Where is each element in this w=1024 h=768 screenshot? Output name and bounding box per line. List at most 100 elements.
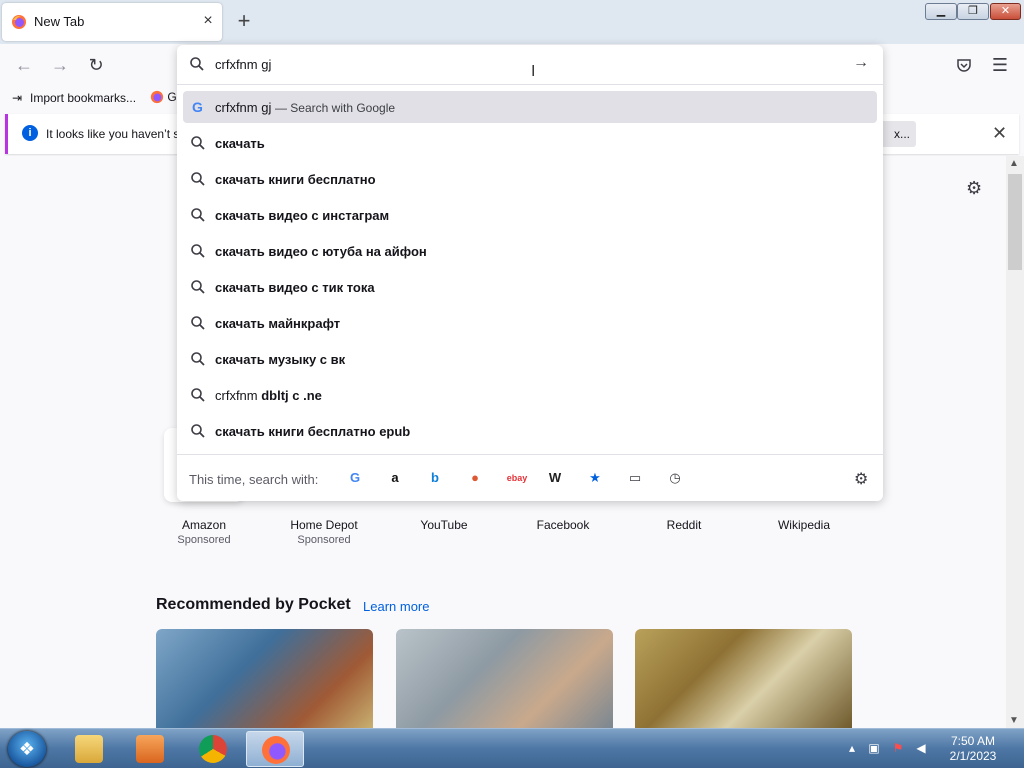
gear-icon[interactable]: ⚙ [966,178,982,199]
search-icon [191,424,205,438]
network-icon[interactable]: ▣ [867,741,881,755]
suggestion-item[interactable]: скачать музыку с вк [183,343,877,375]
scroll-up-icon[interactable]: ▲ [1009,158,1019,169]
reload-icon[interactable]: ↻ [85,54,107,76]
action-center-icon[interactable]: ⚑ [891,741,905,755]
minimize-icon: ▁ [936,5,946,17]
import-icon: ⇥ [12,91,23,105]
bookmark-item[interactable]: G [150,90,177,104]
forward-arrow-icon[interactable]: → [49,54,71,76]
search-icon [191,208,205,222]
bookmark-import[interactable]: ⇥ Import bookmarks... [12,91,136,105]
suggestion-text: скачать видео с тик тока [215,280,375,295]
amazon-icon[interactable]: a [386,469,404,487]
go-arrow-icon[interactable]: → [853,54,869,72]
search-icon [191,136,205,150]
bookmark-import-label: Import bookmarks... [30,91,137,105]
site-sponsored: Sponsored [297,534,351,546]
search-with-label: This time, search with: [189,472,319,487]
pocket-card[interactable] [635,629,852,728]
taskbar-firefox[interactable] [246,731,304,767]
windows-logo-icon: ❖ [18,739,36,759]
suggestion-text: скачать [215,136,265,151]
minimize-button[interactable]: ▁ [925,3,957,20]
suggestion-action: — Search with Google [274,101,396,115]
suggestion-text: скачать музыку с вк [215,352,345,367]
pocket-learn-more-link[interactable]: Learn more [363,599,429,614]
suggestion-completion: скачать книги бесплатно [215,172,376,187]
maximize-icon: ❐ [968,5,978,17]
tab-new-tab[interactable]: New Tab × [2,3,222,41]
volume-icon[interactable]: ◀ [914,741,928,755]
suggestion-item[interactable]: скачать книги бесплатно [183,163,877,195]
suggestion-text: скачать видео с ютуба на айфон [215,244,427,259]
bing-icon[interactable]: b [426,469,444,487]
site-name: Amazon [181,518,227,532]
ebay-icon[interactable]: ebay [506,469,528,487]
tray-expand-icon[interactable]: ▴ [845,741,859,755]
duckduckgo-icon[interactable]: ● [466,469,484,487]
wikipedia-icon[interactable]: W [546,469,564,487]
vertical-scrollbar[interactable]: ▲ ▼ [1006,156,1024,728]
text-cursor-icon: I [531,63,536,80]
tab-strip: New Tab × + ▁ ❐ ✕ [0,0,1024,44]
suggestion-item[interactable]: скачать видео с инстаграм [183,199,877,231]
scrollbar-thumb[interactable] [1008,174,1022,270]
chrome-icon [199,735,227,763]
gear-icon[interactable]: ⚙ [854,469,868,489]
clock-date: 2/1/2023 [949,749,997,763]
new-tab-button[interactable]: + [232,10,256,34]
taskbar-explorer[interactable] [60,731,118,767]
urlbar-dropdown: crfxfnm gj I → This time, search with: ⚙… [177,45,883,501]
taskbar-chrome[interactable] [184,731,242,767]
pocket-card[interactable] [156,629,373,728]
history-icon[interactable]: ◷ [666,469,684,487]
one-off-search-bar: This time, search with: ⚙ Ga b ● ebay W ★ ▭ ◷ [177,454,883,501]
google-icon[interactable]: G [346,469,364,487]
start-button[interactable]: ❖ [8,731,46,767]
site-name: Wikipedia [777,518,831,532]
search-icon [191,388,205,402]
suggestion-prefix: crfxfnm gj [215,100,272,115]
urlbar-input[interactable]: crfxfnm gj [215,57,271,72]
suggestion-item[interactable]: crfxfnm dbltj c .ne [183,379,877,411]
pocket-heading: Recommended by Pocket [156,596,351,613]
tab-title: New Tab [34,14,85,29]
site-name: YouTube [420,518,468,532]
suggestion-completion: скачать видео с инстаграм [215,208,390,223]
search-icon [190,57,204,71]
close-icon[interactable]: ✕ [992,123,1007,144]
suggestion-completion: скачать видео с тик тока [215,280,375,295]
suggestion-completion: скачать книги бесплатно epub [215,424,411,439]
suggestion-item[interactable]: скачать [183,127,877,159]
suggestion-item[interactable]: скачать видео с ютуба на айфон [183,235,877,267]
suggestion-completion: скачать видео с ютуба на айфон [215,244,427,259]
suggestion-item[interactable]: скачать книги бесплатно epub [183,415,877,447]
search-with-google-row[interactable]: Gcrfxfnm gj — Search with Google [183,91,877,123]
suggestion-item[interactable]: скачать майнкрафт [183,307,877,339]
maximize-button[interactable]: ❐ [957,3,989,20]
suggestion-completion: скачать музыку с вк [215,352,346,367]
urlbar[interactable]: crfxfnm gj I → [177,45,883,85]
taskbar-media-player[interactable] [121,731,179,767]
suggestion-text: скачать майнкрафт [215,316,340,331]
search-icon [191,172,205,186]
hamburger-menu-icon[interactable]: ☰ [989,54,1011,76]
clock-time: 7:50 AM [950,734,996,748]
scroll-down-icon[interactable]: ▼ [1009,715,1019,726]
close-window-button[interactable]: ✕ [990,3,1021,20]
svg-text:G: G [192,99,203,115]
bookmarks-star-icon[interactable]: ★ [586,469,604,487]
site-sponsored: Sponsored [177,534,231,546]
pocket-icon[interactable] [953,54,975,76]
site-name: Reddit [666,518,702,532]
search-icon [191,352,205,366]
clock[interactable]: 7:50 AM 2/1/2023 [944,734,1002,764]
suggestion-text: crfxfnm gj — Search with Google [215,100,395,115]
pocket-card[interactable] [396,629,613,728]
tabs-icon[interactable]: ▭ [626,469,644,487]
back-arrow-icon[interactable]: ← [13,54,35,76]
info-icon: i [22,125,38,141]
close-tab-icon[interactable]: × [198,11,218,31]
suggestion-item[interactable]: скачать видео с тик тока [183,271,877,303]
